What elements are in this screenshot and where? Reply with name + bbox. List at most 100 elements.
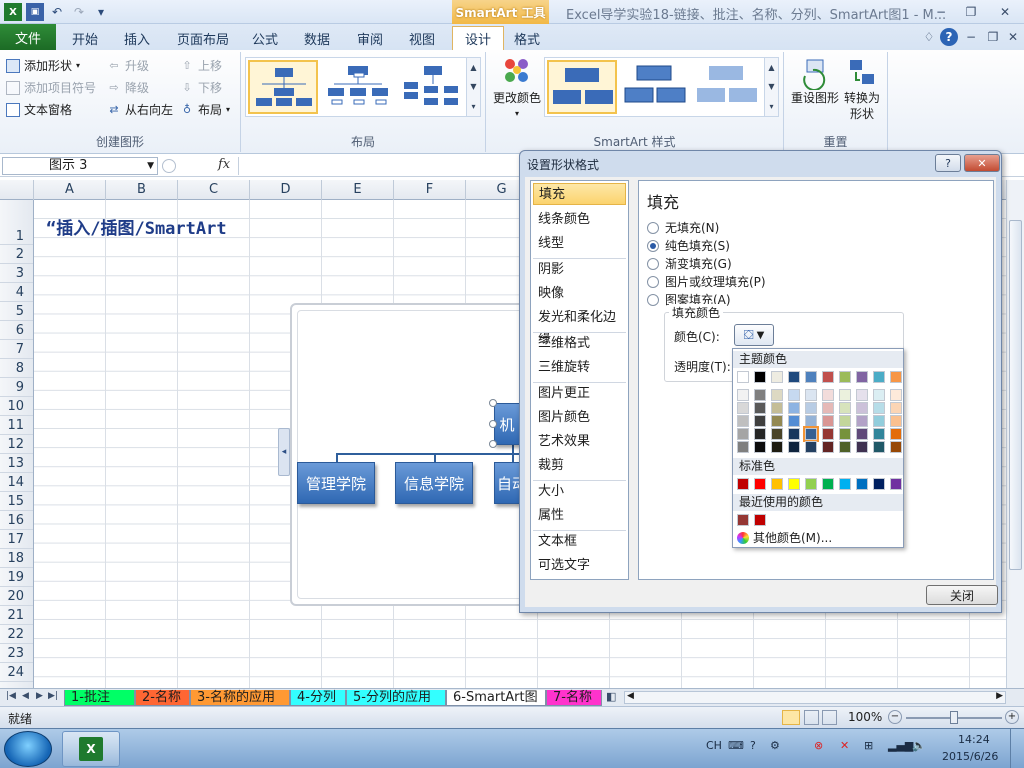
theme-shade-swatch[interactable] xyxy=(890,402,902,414)
theme-color-swatch[interactable] xyxy=(890,371,902,383)
radio-solid-fill[interactable]: 纯色填充(S) xyxy=(647,237,730,254)
dialog-help-button[interactable]: ? xyxy=(935,154,961,172)
layouts-gallery[interactable]: ▲ ▼ ▾ xyxy=(245,57,481,117)
scroll-down-icon[interactable]: ▼ xyxy=(470,82,476,91)
radio-circle[interactable] xyxy=(647,275,659,288)
tab-design[interactable]: 设计 xyxy=(452,26,505,50)
theme-shade-swatch[interactable] xyxy=(771,402,783,414)
radio-circle[interactable] xyxy=(647,293,659,306)
volume-icon[interactable]: 🔈 xyxy=(912,739,926,752)
excel-app-icon[interactable]: X xyxy=(4,3,22,21)
zoom-level[interactable]: 100% xyxy=(848,710,882,724)
theme-shade-swatch[interactable] xyxy=(737,402,749,414)
standard-color-swatch[interactable] xyxy=(771,478,783,490)
row-header[interactable]: 14 xyxy=(0,473,33,492)
page-break-view-icon[interactable] xyxy=(822,710,837,725)
tab-data[interactable]: 数据 xyxy=(292,26,342,50)
theme-shade-swatch[interactable] xyxy=(856,441,868,453)
layout-button[interactable]: ♁ 布局 ▾ xyxy=(180,101,230,118)
next-sheet-icon[interactable]: ▶ xyxy=(36,691,43,701)
theme-color-swatch[interactable] xyxy=(754,371,766,383)
theme-shade-swatch[interactable] xyxy=(873,441,885,453)
tab-view[interactable]: 视图 xyxy=(397,26,447,50)
windows-flag-icon[interactable]: ⊞ xyxy=(864,739,873,752)
row-header[interactable]: 10 xyxy=(0,397,33,416)
gallery-more-icon[interactable]: ▾ xyxy=(769,102,773,111)
radio-picture-fill[interactable]: 图片或纹理填充(P) xyxy=(647,273,766,290)
insert-sheet-icon[interactable]: ◧ xyxy=(606,690,616,703)
excel-taskbar-button[interactable]: X xyxy=(62,731,120,767)
nav-size[interactable]: 大小 xyxy=(533,481,626,503)
theme-shade-swatch[interactable] xyxy=(839,441,851,453)
style-simple-fill[interactable] xyxy=(547,60,617,114)
normal-view-icon[interactable] xyxy=(782,710,800,725)
row-header[interactable]: 20 xyxy=(0,587,33,606)
select-all-corner[interactable] xyxy=(0,180,34,200)
theme-shade-swatch[interactable] xyxy=(839,402,851,414)
scroll-thumb[interactable] xyxy=(1009,220,1022,570)
selection-handle[interactable] xyxy=(489,420,497,428)
nav-crop[interactable]: 裁剪 xyxy=(533,455,626,477)
standard-color-swatch[interactable] xyxy=(873,478,885,490)
ime-indicator[interactable]: CH xyxy=(706,739,722,752)
signal-icon[interactable]: ▂▄▆ xyxy=(888,739,913,752)
dialog-close-icon[interactable]: ✕ xyxy=(964,154,1000,172)
scroll-down-icon[interactable]: ▼ xyxy=(768,82,774,91)
row-header[interactable]: 2 xyxy=(0,245,33,264)
theme-shade-swatch[interactable] xyxy=(839,428,851,440)
gallery-more-icon[interactable]: ▾ xyxy=(471,102,475,111)
standard-color-swatch[interactable] xyxy=(805,478,817,490)
theme-shade-swatch[interactable] xyxy=(856,402,868,414)
theme-shade-swatch[interactable] xyxy=(805,441,817,453)
theme-shade-swatch[interactable] xyxy=(788,415,800,427)
chevron-down-icon[interactable]: ▼ xyxy=(147,158,154,174)
theme-color-swatch[interactable] xyxy=(856,371,868,383)
standard-color-swatch[interactable] xyxy=(788,478,800,490)
sheet-tab-7[interactable]: 7-名称 xyxy=(546,690,602,706)
style-subtle[interactable] xyxy=(693,60,763,114)
sheet-tab-6-active[interactable]: 6-SmartArt图 xyxy=(446,690,546,706)
theme-shade-swatch[interactable] xyxy=(873,389,885,401)
row-header[interactable]: 5 xyxy=(0,302,33,321)
row-header[interactable]: 6 xyxy=(0,321,33,340)
text-pane-button[interactable]: 文本窗格 xyxy=(6,101,72,118)
theme-shade-swatch[interactable] xyxy=(805,415,817,427)
scroll-right-icon[interactable]: ▶ xyxy=(996,691,1003,701)
column-header-e[interactable]: E xyxy=(322,180,394,200)
last-sheet-icon[interactable]: ▶| xyxy=(48,691,58,701)
standard-color-swatch[interactable] xyxy=(822,478,834,490)
row-header[interactable]: 17 xyxy=(0,530,33,549)
theme-shade-swatch[interactable] xyxy=(873,402,885,414)
theme-shade-swatch[interactable] xyxy=(856,428,868,440)
row-header[interactable]: 13 xyxy=(0,454,33,473)
nav-glow-soft-edges[interactable]: 发光和柔化边缘 xyxy=(533,307,626,347)
theme-shade-swatch[interactable] xyxy=(890,428,902,440)
start-button[interactable] xyxy=(4,731,52,767)
add-bullet-button[interactable]: 添加项目符号 xyxy=(6,79,96,96)
smartart-box-management[interactable]: 管理学院 xyxy=(297,462,375,504)
cell-a1-text[interactable]: “插入/插图/SmartArt xyxy=(46,214,227,239)
vertical-scrollbar[interactable] xyxy=(1006,180,1024,688)
row-header[interactable]: 4 xyxy=(0,283,33,302)
nav-line-style[interactable]: 线型 xyxy=(533,233,626,255)
standard-color-swatch[interactable] xyxy=(839,478,851,490)
theme-shade-swatch[interactable] xyxy=(822,389,834,401)
theme-shade-swatch[interactable] xyxy=(856,415,868,427)
theme-shade-swatch[interactable] xyxy=(890,441,902,453)
nav-reflection[interactable]: 映像 xyxy=(533,283,626,305)
standard-color-swatch[interactable] xyxy=(737,478,749,490)
layout-half-circle-org[interactable] xyxy=(398,60,468,114)
layout-name-title-org[interactable] xyxy=(324,60,394,114)
undo-icon[interactable]: ↶ xyxy=(48,3,66,21)
recent-color-swatch[interactable] xyxy=(754,514,766,526)
theme-color-swatch[interactable] xyxy=(788,371,800,383)
tab-page-layout[interactable]: 页面布局 xyxy=(165,26,241,50)
formula-input[interactable] xyxy=(238,157,518,175)
save-icon[interactable]: ▣ xyxy=(26,3,44,21)
row-header[interactable]: 1 xyxy=(0,200,33,245)
column-header-b[interactable]: B xyxy=(106,180,178,200)
tab-home[interactable]: 开始 xyxy=(60,26,110,50)
radio-circle[interactable] xyxy=(647,257,659,270)
close-window-button[interactable]: ✕ xyxy=(988,2,1022,21)
column-header-c[interactable]: C xyxy=(178,180,250,200)
